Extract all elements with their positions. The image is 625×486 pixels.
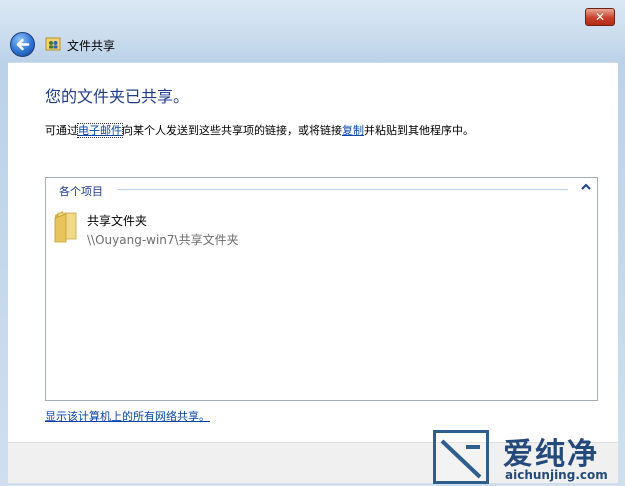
item-name: 共享文件夹 <box>87 214 148 228</box>
desc-prefix: 可通过 <box>45 124 78 137</box>
item-path: \\Ouyang-win7\共享文件夹 <box>87 233 239 247</box>
watermark-brand: 爱纯净 <box>503 437 599 472</box>
watermark: 爱纯净 aichunjing.com <box>433 428 625 486</box>
group-divider <box>118 189 568 190</box>
folder-icon <box>54 211 77 243</box>
watermark-logo-icon <box>433 430 489 484</box>
chevron-up-icon[interactable] <box>580 182 592 192</box>
close-icon: ✕ <box>594 10 606 24</box>
show-all-shares-link[interactable]: 显示该计算机上的所有网络共享。 <box>45 408 210 424</box>
back-button[interactable] <box>10 32 35 57</box>
copy-link[interactable]: 复制 <box>342 124 364 137</box>
shared-items-list: 各个项目 共享文件夹 \\Ouyang-win7\共享文件夹 <box>45 177 598 401</box>
email-link[interactable]: 电子邮件 <box>77 123 123 138</box>
close-button[interactable]: ✕ <box>585 8 615 26</box>
watermark-url: aichunjing.com <box>505 468 608 482</box>
description-text: 可通过电子邮件向某个人发送到这些共享项的链接，或将链接复制并粘贴到其他程序中。 <box>45 122 474 138</box>
desc-suffix: 并粘贴到其他程序中。 <box>364 124 474 137</box>
wizard-content: 您的文件夹已共享。 可通过电子邮件向某个人发送到这些共享项的链接，或将链接复制并… <box>8 62 618 443</box>
page-title: 您的文件夹已共享。 <box>45 87 190 106</box>
window-title: 文件共享 <box>67 39 116 53</box>
sharing-wizard-icon <box>45 37 61 51</box>
back-arrow-icon <box>16 38 30 51</box>
desc-middle: 向某个人发送到这些共享项的链接，或将链接 <box>122 124 342 137</box>
window-frame: ✕ 文件共享 您的文件夹已共享。 可通过电子邮件向某个人发送到这些共享项的链接，… <box>0 0 625 486</box>
group-header: 各个项目 <box>59 185 103 198</box>
